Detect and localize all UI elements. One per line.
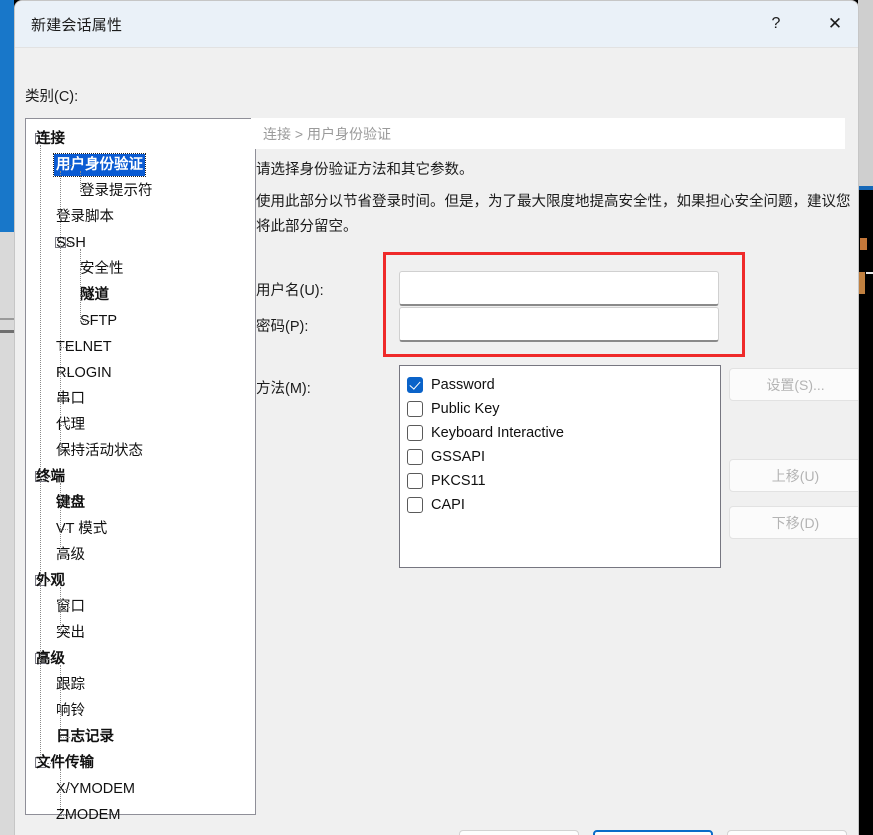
window-title: 新建会话属性 — [31, 17, 123, 34]
tree-item-label: 代理 — [56, 417, 85, 433]
tree-guide-line — [40, 145, 41, 763]
breadcrumb: 连接 > 用户身份验证 — [251, 118, 845, 149]
close-icon[interactable]: ✕ — [812, 1, 858, 47]
method-list-item[interactable]: CAPI — [407, 493, 720, 517]
method-list-item-label: PKCS11 — [431, 473, 486, 489]
method-list-item-label: Public Key — [431, 401, 500, 417]
tree-guide-line — [47, 581, 53, 582]
method-list-item-label: CAPI — [431, 497, 465, 513]
tree-item-label: 跟踪 — [56, 677, 85, 693]
checkbox-unchecked-icon[interactable] — [407, 425, 423, 441]
background-blue-accent-strip — [0, 0, 14, 232]
method-list-item[interactable]: Public Key — [407, 397, 720, 421]
tree-guide-line — [60, 633, 70, 634]
move-up-button[interactable]: 上移(U) — [729, 459, 858, 492]
method-list-item[interactable]: PKCS11 — [407, 469, 720, 493]
tree-guide-line — [60, 373, 70, 374]
background-terminal-glyph-b — [859, 272, 865, 294]
tree-guide-line — [60, 425, 70, 426]
method-list-item-label: Password — [431, 377, 495, 393]
tree-guide-line — [47, 659, 53, 660]
tree-guide-line — [60, 587, 61, 633]
checkbox-unchecked-icon[interactable] — [407, 449, 423, 465]
tree-guide-line — [80, 295, 90, 296]
password-label: 密码(P): — [256, 319, 309, 335]
category-tree[interactable]: 连接 用户身份验证 登录提示符 登录脚本 SSH 安全性 隧道 SFTP TELNET RLOGI… — [25, 118, 256, 823]
category-tree-items: 连接 用户身份验证 登录提示符 登录脚本 SSH 安全性 隧道 SFTP TELNET RLOGI… — [26, 119, 255, 828]
tree-guide-line — [47, 139, 53, 140]
method-list-item[interactable]: GSSAPI — [407, 445, 720, 469]
tree-guide-line — [60, 503, 70, 504]
tree-item-label: 高级 — [56, 547, 85, 563]
title-bar: 新建会话属性 ? ✕ — [15, 1, 858, 48]
tree-guide-line — [80, 249, 81, 321]
method-label: 方法(M): — [256, 381, 311, 397]
password-field[interactable] — [399, 307, 719, 342]
tree-item-label: 键盘 — [56, 495, 85, 511]
checkbox-unchecked-icon[interactable] — [407, 497, 423, 513]
background-terminal-glyph-a — [860, 238, 867, 250]
tree-guide-line — [80, 191, 90, 192]
tree-guide-line — [67, 243, 73, 244]
background-right-window — [858, 0, 873, 186]
ok-button[interactable]: 确定 — [593, 830, 713, 835]
tree-guide-line — [47, 477, 53, 478]
username-input[interactable] — [400, 272, 718, 304]
tree-guide-line — [60, 769, 61, 815]
tree-guide-line — [60, 217, 70, 218]
tree-guide-line — [80, 269, 90, 270]
tree-item-label: 响铃 — [56, 703, 85, 719]
tree-guide-line — [60, 711, 70, 712]
tree-guide-line — [60, 171, 61, 451]
tree-item-label: 串口 — [56, 391, 85, 407]
tree-guide-line — [60, 555, 70, 556]
method-list[interactable]: Password Public Key Keyboard Interactive GS… — [399, 365, 721, 568]
tree-guide-line — [60, 789, 70, 790]
help-icon[interactable]: ? — [753, 1, 799, 47]
method-list-item-label: GSSAPI — [431, 449, 485, 465]
tree-guide-line — [60, 399, 70, 400]
tree-guide-line — [60, 737, 70, 738]
description-line-2: 使用此部分以节省登录时间。但是，为了最大限度地提高安全性，如果担心安全问题，建议… — [256, 194, 851, 235]
tree-guide-line — [67, 165, 73, 166]
username-label: 用户名(U): — [256, 283, 324, 299]
method-list-item[interactable]: Keyboard Interactive — [407, 421, 720, 445]
tree-guide-line — [47, 763, 53, 764]
breadcrumb-text: 连接 > 用户身份验证 — [263, 125, 391, 142]
username-field[interactable] — [399, 271, 719, 306]
description-line-1: 请选择身份验证方法和其它参数。 — [256, 162, 474, 178]
tree-guide-line — [80, 171, 81, 191]
checkbox-unchecked-icon[interactable] — [407, 401, 423, 417]
dialog-body: 类别(C): 连接 用户身份验证 登录提示符 登录脚本 SSH 安全性 隧道 SFTP TELN… — [15, 48, 858, 835]
cancel-button[interactable]: 取消 — [727, 830, 847, 835]
background-terminal-glyph-c — [866, 272, 873, 274]
tree-guide-line — [60, 529, 70, 530]
tree-guide-line — [60, 665, 61, 737]
tree-guide-line — [60, 685, 70, 686]
method-list-item[interactable]: Password — [407, 373, 720, 397]
tree-item-label: 突出 — [56, 625, 85, 641]
checkbox-checked-icon[interactable] — [407, 377, 423, 393]
tree-guide-line — [60, 451, 70, 452]
tree-item-label: 窗口 — [56, 599, 85, 615]
tree-item[interactable]: 连接 — [26, 126, 255, 152]
tree-guide-line — [60, 607, 70, 608]
checkbox-unchecked-icon[interactable] — [407, 473, 423, 489]
password-input[interactable] — [400, 308, 718, 340]
settings-button[interactable]: 设置(S)... — [729, 368, 858, 401]
tree-guide-line — [60, 483, 61, 555]
method-list-item-label: Keyboard Interactive — [431, 425, 564, 441]
tree-guide-line — [60, 347, 70, 348]
tree-guide-line — [60, 815, 70, 816]
tree-item-label: 文件传输 — [36, 755, 94, 771]
connect-button[interactable]: 连接 — [459, 830, 579, 835]
category-label: 类别(C): — [25, 89, 79, 105]
tree-guide-line — [80, 321, 90, 322]
move-down-button[interactable]: 下移(D) — [729, 506, 858, 539]
session-properties-dialog: 新建会话属性 ? ✕ 类别(C): 连接 用户身份验证 登录提示符 登录脚本 SSH 安全… — [14, 0, 859, 835]
